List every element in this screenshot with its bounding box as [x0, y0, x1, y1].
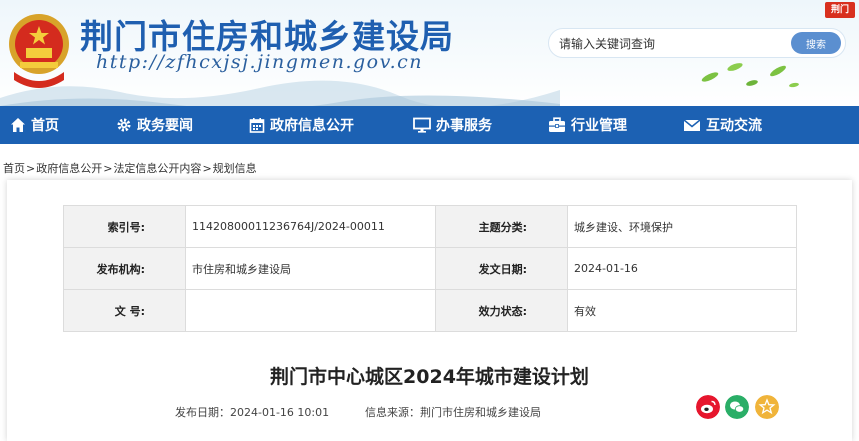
- breadcrumb-legal-info[interactable]: 法定信息公开内容: [113, 162, 201, 175]
- info-source: 信息来源：荆门市住房和城乡建设局: [365, 406, 541, 419]
- breadcrumb-separator: >: [202, 162, 212, 175]
- nav-item-news[interactable]: 政务要闻: [116, 106, 193, 144]
- publish-date: 发布日期：2024-01-16 10:01: [175, 406, 330, 419]
- nav-item-industry[interactable]: 行业管理: [548, 106, 627, 144]
- document-meta-table: 索引号: 114208000112367​64J/2024-00011 主题分类…: [63, 205, 797, 332]
- category-value: 城乡建设、环境保护: [567, 205, 797, 248]
- briefcase-icon: [549, 117, 565, 132]
- agency-value: 市住房和城乡建设局: [185, 247, 436, 290]
- monitor-icon: [413, 117, 431, 133]
- nav-item-interaction[interactable]: 互动交流: [683, 106, 762, 144]
- breadcrumb-separator: >: [26, 162, 36, 175]
- breadcrumb-separator: >: [103, 162, 113, 175]
- search-input[interactable]: [559, 33, 779, 55]
- article-panel: 索引号: 114208000112367​64J/2024-00011 主题分类…: [7, 180, 852, 441]
- mail-icon: [683, 119, 701, 131]
- breadcrumb-home[interactable]: 首页: [3, 162, 25, 175]
- home-icon: [11, 118, 25, 132]
- nav-label: 首页: [31, 118, 59, 134]
- decorative-leaves: [701, 63, 799, 88]
- site-url: http://zfhcxjsj.jingmen.gov.cn: [96, 51, 423, 73]
- nav-label: 政府信息公开: [270, 118, 354, 134]
- search-box: 搜索: [548, 28, 846, 58]
- category-label: 主题分类:: [435, 205, 568, 248]
- breadcrumb-gov-info[interactable]: 政府信息公开: [36, 162, 102, 175]
- search-button[interactable]: 搜索: [791, 32, 841, 54]
- index-number-value: 114208000112367​64J/2024-00011: [185, 205, 436, 248]
- nav-label: 办事服务: [436, 118, 492, 134]
- nav-label: 行业管理: [571, 118, 627, 134]
- wechat-icon[interactable]: [725, 395, 749, 419]
- agency-label: 发布机构:: [63, 247, 186, 290]
- breadcrumb-planning-info[interactable]: 规划信息: [213, 162, 257, 175]
- index-number-label: 索引号:: [63, 205, 186, 248]
- article-title: 荆门市中心城区2024年城市建设计划: [270, 366, 589, 388]
- nav-label: 互动交流: [706, 118, 762, 134]
- table-row: 发布机构: 市住房和城乡建设局 发文日期: 2024-01-16: [63, 247, 797, 290]
- validity-status-value: 有效: [567, 289, 797, 332]
- calendar-icon: [249, 118, 265, 133]
- nav-item-services[interactable]: 办事服务: [413, 106, 492, 144]
- gear-icon: [117, 118, 131, 132]
- table-row: 索引号: 114208000112367​64J/2024-00011 主题分类…: [63, 205, 797, 248]
- nav-item-home[interactable]: 首页: [10, 106, 59, 144]
- national-emblem-icon: [9, 14, 69, 88]
- document-number-label: 文 号:: [63, 289, 186, 332]
- validity-status-label: 效力状态:: [435, 289, 568, 332]
- site-header: 荆门市住房和城乡建设局 http://zfhcxjsj.jingmen.gov.…: [0, 0, 859, 106]
- document-number-value: [185, 289, 436, 332]
- breadcrumb: 首页>政府信息公开>法定信息公开内容>规划信息: [3, 160, 257, 176]
- city-badge[interactable]: 荆门: [825, 2, 855, 18]
- nav-item-gov-info[interactable]: 政府信息公开: [249, 106, 354, 144]
- issue-date-value: 2024-01-16: [567, 247, 797, 290]
- weibo-icon[interactable]: [696, 395, 720, 419]
- main-nav: 首页 政务要闻 政府信息公开 办事服务 行业管理 互动交流: [0, 106, 859, 144]
- table-row: 文 号: 效力状态: 有效: [63, 289, 797, 332]
- nav-label: 政务要闻: [137, 118, 193, 134]
- issue-date-label: 发文日期:: [435, 247, 568, 290]
- star-icon[interactable]: [755, 395, 779, 419]
